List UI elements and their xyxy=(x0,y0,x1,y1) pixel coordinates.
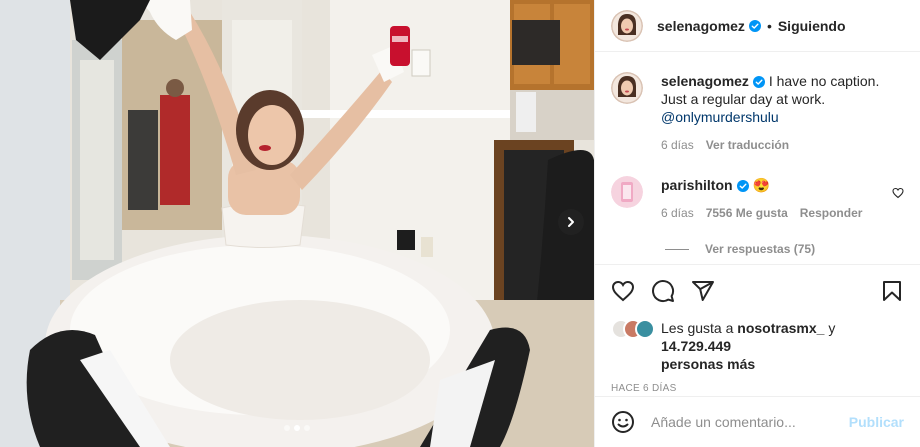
add-comment-bar: Publicar xyxy=(595,396,920,447)
caption-avatar-image xyxy=(611,72,643,104)
publish-button[interactable]: Publicar xyxy=(849,414,904,430)
post-actions: Les gusta a nosotrasmx_ y 14.729.449 per… xyxy=(595,264,920,396)
verified-badge-icon xyxy=(748,19,761,32)
verified-badge-icon xyxy=(736,180,749,192)
comment-bubble-icon[interactable] xyxy=(651,279,675,303)
caption-body: selenagomez I have no caption. Just a re… xyxy=(661,72,901,154)
verified-badge-icon xyxy=(752,76,765,88)
following-button[interactable]: Siguiendo xyxy=(778,18,846,34)
smiley-icon[interactable] xyxy=(611,410,635,434)
liker-avatar xyxy=(635,319,655,339)
comment-meta: 6 días 7556 Me gusta Responder xyxy=(661,204,901,222)
caption-age: 6 días xyxy=(661,138,694,152)
view-replies-label: Ver respuestas (75) xyxy=(705,242,816,256)
likes-count[interactable]: 14.729.449 xyxy=(661,338,731,354)
comment-age: 6 días xyxy=(661,206,694,220)
comment-likes-count[interactable]: 7556 Me gusta xyxy=(706,204,788,222)
replies-divider xyxy=(665,248,689,250)
carousel-next-button[interactable] xyxy=(558,209,584,235)
chevron-right-icon xyxy=(568,217,574,227)
comments-section: selenagomez I have no caption. Just a re… xyxy=(595,52,920,264)
caption-username[interactable]: selenagomez xyxy=(661,73,749,89)
commenter-avatar-image xyxy=(611,176,643,208)
commenter-avatar[interactable] xyxy=(611,176,643,208)
bookmark-icon[interactable] xyxy=(880,279,904,303)
caption-mention-link[interactable]: @onlymurdershulu xyxy=(661,109,779,125)
likes-prefix: Les gusta a xyxy=(661,320,738,336)
author-avatar-image xyxy=(611,9,643,42)
view-replies-button[interactable]: Ver respuestas (75) xyxy=(665,242,904,256)
post-photo[interactable] xyxy=(0,0,594,447)
carousel-indicator xyxy=(0,425,594,431)
comment-row: parishilton 😍 6 días 7556 Me gusta Respo… xyxy=(611,154,904,222)
action-icons-row xyxy=(611,279,904,303)
photo-scene xyxy=(0,0,594,447)
caption-avatar[interactable] xyxy=(611,72,643,104)
commenter-username[interactable]: parishilton xyxy=(661,177,733,193)
carousel-dot xyxy=(304,425,310,431)
comment-body: parishilton 😍 6 días 7556 Me gusta Respo… xyxy=(661,176,901,222)
post-timestamp: HACE 6 DÍAS xyxy=(611,383,677,394)
likes-text: Les gusta a nosotrasmx_ y 14.729.449 per… xyxy=(661,319,904,373)
add-comment-input[interactable] xyxy=(651,414,849,430)
instagram-post-view: selenagomez • Siguiendo selenagomez I ha… xyxy=(0,0,920,447)
caption-comment: selenagomez I have no caption. Just a re… xyxy=(611,52,904,154)
caption-meta: 6 días Ver traducción xyxy=(661,136,901,154)
carousel-dot xyxy=(294,425,300,431)
likes-suffix[interactable]: personas más xyxy=(661,356,755,372)
liker-username[interactable]: nosotrasmx_ xyxy=(737,320,824,336)
author-username[interactable]: selenagomez xyxy=(657,18,745,34)
reply-button[interactable]: Responder xyxy=(800,204,863,222)
post-side-panel: selenagomez • Siguiendo selenagomez I ha… xyxy=(594,0,920,447)
heart-icon[interactable] xyxy=(611,279,635,303)
author-avatar[interactable] xyxy=(611,9,643,42)
post-header: selenagomez • Siguiendo xyxy=(595,0,920,52)
liker-avatars xyxy=(611,319,661,341)
comment-text: 😍 xyxy=(752,177,770,193)
paper-plane-icon[interactable] xyxy=(691,279,715,303)
see-translation-button[interactable]: Ver traducción xyxy=(706,136,789,154)
likes-summary: Les gusta a nosotrasmx_ y 14.729.449 per… xyxy=(611,319,904,373)
comment-like-heart-icon[interactable] xyxy=(892,187,904,199)
header-separator: • xyxy=(766,17,772,34)
carousel-dot xyxy=(284,425,290,431)
likes-join: y xyxy=(824,320,836,336)
